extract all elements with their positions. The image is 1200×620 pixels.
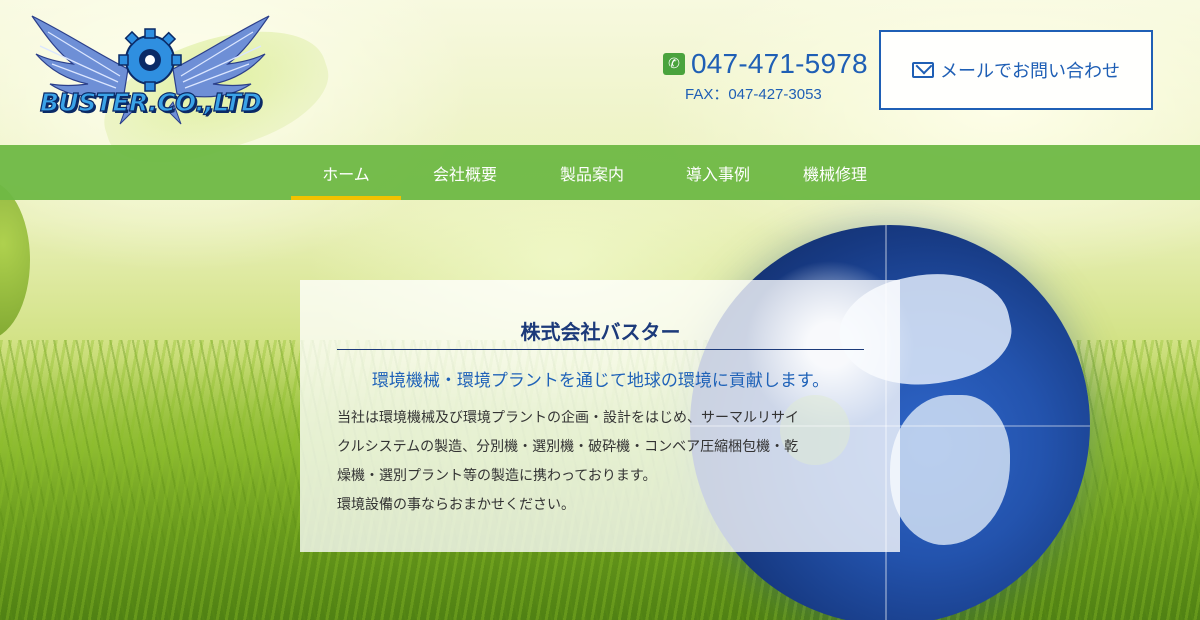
main-nav: ホーム 会社概要 製品案内 導入事例 機械修理 bbox=[0, 145, 1200, 200]
logo-text: BUSTER.CO.,LTD bbox=[39, 87, 262, 117]
description-line: 環境設備の事ならおまかせください。 bbox=[337, 497, 575, 513]
globe-land bbox=[890, 395, 1010, 545]
fax-number: FAX：047-427-3053 bbox=[685, 86, 822, 103]
mail-contact-button[interactable]: メールでお問い合わせ bbox=[879, 30, 1153, 110]
nav-item-products[interactable]: 製品案内 bbox=[529, 145, 655, 200]
description-line: 燥機・選別プラント等の製造に携わっております。 bbox=[337, 468, 657, 484]
hero-description: 当社は環境機械及び環境プラントの企画・設計をはじめ、サーマルリサイ クルシステム… bbox=[337, 404, 882, 520]
company-name-heading: 株式会社バスター bbox=[337, 316, 864, 350]
hero-panel: 株式会社バスター 環境機械・環境プラントを通じて地球の環境に貢献します。 当社は… bbox=[300, 280, 900, 552]
nav-item-label: ホーム bbox=[322, 164, 370, 184]
nav-item-label: 会社概要 bbox=[432, 164, 497, 184]
nav-item-company[interactable]: 会社概要 bbox=[401, 145, 529, 200]
mail-contact-label: メールでお問い合わせ bbox=[940, 61, 1120, 82]
nav-item-cases[interactable]: 導入事例 bbox=[655, 145, 781, 200]
phone-icon: ✆ bbox=[663, 53, 685, 75]
site-logo[interactable]: BUSTER.CO.,LTD bbox=[28, 14, 273, 129]
description-line: クルシステムの製造、分別機・選別機・破砕機・コンベア圧縮梱包機・乾 bbox=[337, 439, 799, 455]
phone-contact[interactable]: ✆ 047-471-5978 bbox=[663, 48, 868, 80]
description-line: 当社は環境機械及び環境プラントの企画・設計をはじめ、サーマルリサイ bbox=[337, 410, 799, 426]
mail-icon bbox=[912, 62, 934, 78]
nav-item-repair[interactable]: 機械修理 bbox=[781, 145, 889, 200]
phone-number[interactable]: 047-471-5978 bbox=[691, 48, 868, 80]
nav-item-label: 機械修理 bbox=[802, 164, 867, 184]
nav-items: ホーム 会社概要 製品案内 導入事例 機械修理 bbox=[291, 145, 889, 200]
nav-item-label: 製品案内 bbox=[559, 164, 624, 184]
hero-tagline: 環境機械・環境プラントを通じて地球の環境に貢献します。 bbox=[371, 371, 830, 391]
nav-item-home[interactable]: ホーム bbox=[291, 145, 401, 200]
nav-item-label: 導入事例 bbox=[685, 164, 750, 184]
